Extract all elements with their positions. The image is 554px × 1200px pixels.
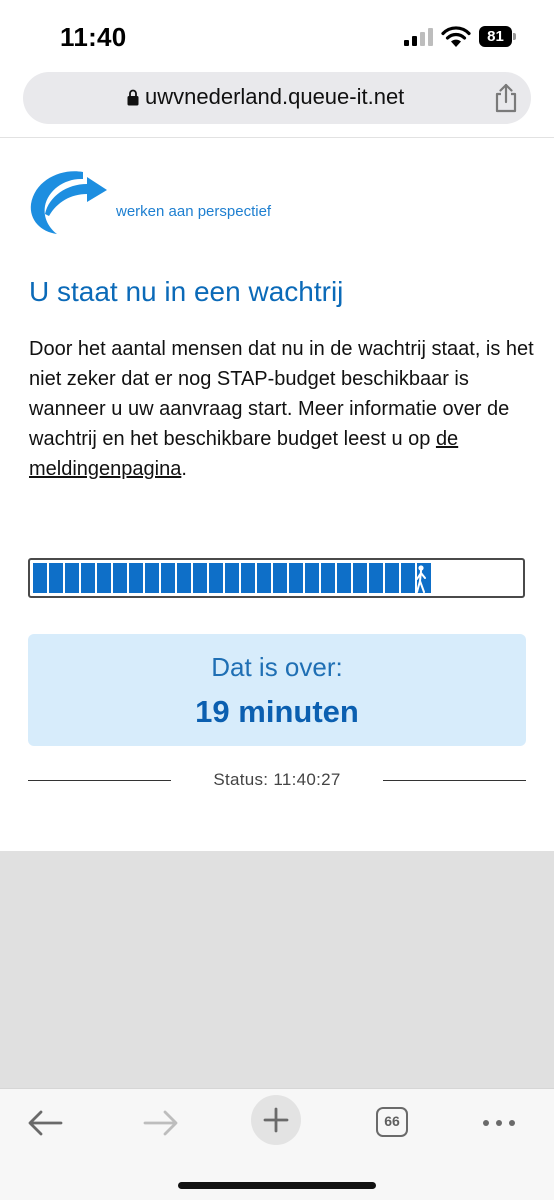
queue-message-end: . [181, 458, 187, 480]
empty-page-area [0, 851, 554, 1088]
address-bar[interactable]: uwvnederland.queue-it.net [23, 72, 531, 124]
forward-arrow-icon[interactable] [137, 1101, 185, 1145]
status-divider-left [28, 780, 171, 781]
queue-progress-bar [28, 558, 525, 598]
back-arrow-icon[interactable] [21, 1101, 69, 1145]
wait-time-box: Dat is over: 19 minuten [28, 634, 526, 746]
browser-toolbar: 66 [0, 1088, 554, 1200]
wait-time-value: 19 minuten [195, 694, 359, 729]
plus-icon [263, 1107, 289, 1133]
share-icon[interactable] [493, 83, 519, 113]
status-bar: 11:40 81 [0, 0, 554, 70]
signal-icon [404, 28, 433, 46]
wifi-icon [441, 26, 471, 47]
lock-icon [127, 89, 139, 106]
queue-message: Door het aantal mensen dat nu in de wach… [29, 334, 534, 484]
page-title: U staat nu in een wachtrij [29, 276, 344, 307]
tabs-button[interactable]: 66 [369, 1101, 417, 1145]
tabs-icon: 66 [376, 1107, 408, 1137]
walker-icon [416, 565, 427, 593]
battery-icon: 81 [479, 26, 517, 47]
clock: 11:40 [60, 22, 127, 52]
uwv-logo[interactable]: uwv [27, 162, 111, 240]
battery-level: 81 [479, 26, 512, 47]
divider [0, 137, 554, 138]
url-text[interactable]: uwvnederland.queue-it.net [145, 84, 404, 110]
home-indicator [178, 1182, 376, 1189]
status-timestamp: Status: 11:40:27 [213, 770, 341, 789]
logo-text: uwv [60, 204, 104, 229]
progress-fill [33, 563, 433, 593]
new-tab-button[interactable] [251, 1095, 301, 1145]
status-divider-right [383, 780, 526, 781]
more-icon[interactable] [475, 1101, 523, 1145]
wait-time-label: Dat is over: [211, 652, 343, 682]
tagline: werken aan perspectief [116, 203, 272, 220]
